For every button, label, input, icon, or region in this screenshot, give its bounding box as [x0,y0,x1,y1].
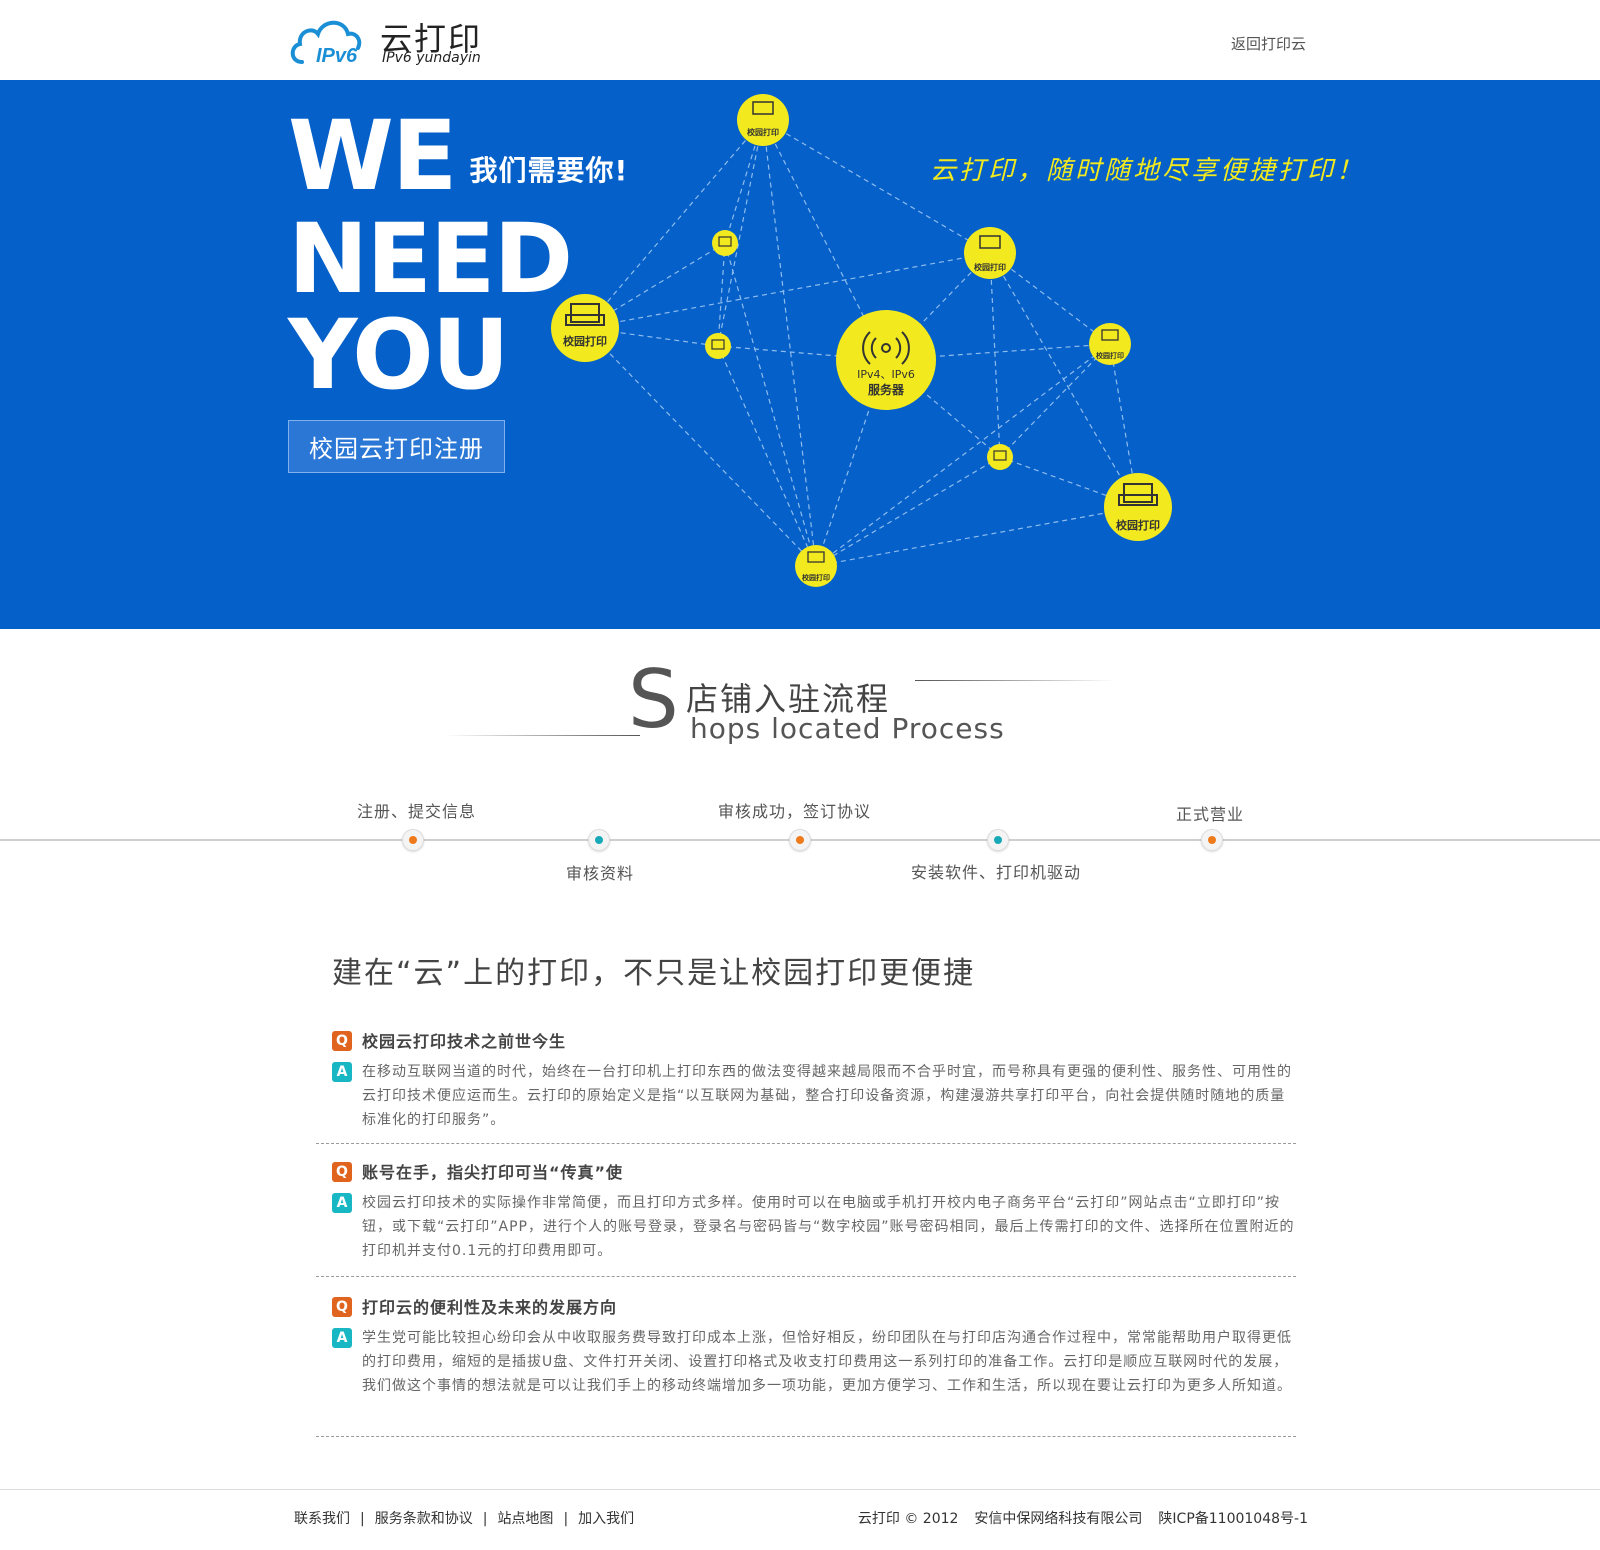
step-label-open: 正式营业 [1176,805,1245,824]
footer-link-sitemap[interactable]: 站点地图 [497,1511,553,1527]
printer-node: 校园打印 [795,545,837,587]
step-dot-agreement [789,829,811,851]
site-header: IPv6 云打印 IPv6 yundayin 返回打印云 [0,0,1600,80]
question-icon: Q [332,1297,352,1317]
footer-divider [0,1489,1600,1490]
headline-you: YOU [288,298,510,411]
title-big-letter: S [628,653,679,746]
question-text: 打印云的便利性及未来的发展方向 [362,1298,618,1317]
step-label-agreement: 审核成功，签订协议 [718,802,872,821]
title-divider-left [445,735,640,736]
server-label-2: 服务器 [868,382,905,397]
qa-item: Q 校园云打印技术之前世今生 A 在移动互联网当道的时代，始终在一台打印机上打印… [316,1028,1296,1132]
printer-node: 校园打印 [1104,473,1172,541]
footer-copyright: 云打印 © 2012 [857,1511,959,1527]
banner-slogan: 云打印，随时随地尽享便捷打印！ [930,156,1366,186]
dashed-divider [316,1276,1296,1277]
qa-item: Q 打印云的便利性及未来的发展方向 A 学生党可能比较担心纷印会从中收取服务费导… [316,1294,1296,1398]
printer-node [712,230,738,256]
answer-icon: A [332,1193,352,1213]
server-node: IPv4、IPv6 服务器 [836,310,936,410]
node-label: 校园打印 [747,127,779,137]
step-dot-review [588,829,610,851]
we-need-you-headline: WE 我们需要你! NEED YOU [288,108,628,403]
footer-separator: | [360,1511,365,1527]
footer-links: 联系我们 | 服务条款和协议 | 站点地图 | 加入我们 [294,1508,634,1528]
back-to-cloud-link[interactable]: 返回打印云 [1231,33,1306,54]
printer-node [987,444,1013,470]
dashed-divider [316,1143,1296,1144]
answer-icon: A [332,1062,352,1082]
title-divider-right [915,680,1115,681]
node-label: 校园打印 [1116,518,1160,532]
headline-we: WE 我们需要你! [288,100,629,212]
step-dot-register [402,829,424,851]
answer-text: 在移动互联网当道的时代，始终在一台打印机上打印东西的做法变得越来越局限而不合乎时… [362,1064,1292,1128]
step-dot-open [1201,829,1223,851]
footer-info: 云打印 © 2012 安信中保网络科技有限公司 陕ICP备11001048号-1 [842,1508,1308,1528]
process-section-title: S 店铺入驻流程 hops located Process [0,660,1600,760]
process-title-en: hops located Process [690,712,1005,745]
footer-company: 安信中保网络科技有限公司 [974,1511,1143,1527]
answer-icon: A [332,1328,352,1348]
dashed-divider [316,1436,1296,1437]
answer-text: 校园云打印技术的实际操作非常简便，而且打印方式多样。使用时可以在电脑或手机打开校… [362,1195,1295,1259]
footer-link-terms[interactable]: 服务条款和协议 [375,1511,473,1527]
question-icon: Q [332,1162,352,1182]
node-label: 校园打印 [974,262,1006,272]
headline-need: NEED [288,202,573,315]
printer-node: 校园打印 [964,227,1016,279]
question-text: 账号在手，指尖打印可当“传真”使 [362,1163,624,1182]
footer-link-contact[interactable]: 联系我们 [294,1511,350,1527]
step-label-register: 注册、提交信息 [357,802,477,821]
cloud-logo-icon: IPv6 [290,20,362,67]
logo-badge: IPv6 [316,45,358,67]
step-label-install: 安装软件、打印机驱动 [911,863,1082,882]
answer-text: 学生党可能比较担心纷印会从中收取服务费导致打印成本上涨，但恰好相反，纷印团队在与… [362,1330,1292,1394]
footer-separator: | [482,1511,488,1527]
printer-node: 校园打印 [1089,323,1131,365]
footer-link-join[interactable]: 加入我们 [578,1511,634,1527]
footer-separator: | [563,1511,569,1527]
article-title: 建在“云”上的打印，不只是让校园打印更便捷 [332,956,976,991]
node-label: 校园打印 [802,573,830,582]
headline-tag: 我们需要你! [469,153,629,187]
logo[interactable]: IPv6 云打印 IPv6 yundayin [288,14,508,70]
question-icon: Q [332,1031,352,1051]
server-label-1: IPv4、IPv6 [857,368,915,381]
printer-node [705,333,731,359]
hero-banner: 校园打印 校园打印 校园打印 IPv4、IPv6 服务器 校园打印 校园打印 校… [0,80,1600,629]
node-label: 校园打印 [1096,351,1124,360]
step-dot-install [987,829,1009,851]
printer-node: 校园打印 [737,94,789,146]
logo-subtitle: IPv6 yundayin [382,50,481,66]
step-label-review: 审核资料 [566,864,635,883]
question-text: 校园云打印技术之前世今生 [362,1032,567,1051]
footer-icp: 陕ICP备11001048号-1 [1158,1511,1308,1527]
qa-item: Q 账号在手，指尖打印可当“传真”使 A 校园云打印技术的实际操作非常简便，而且… [316,1159,1296,1263]
campus-register-button[interactable]: 校园云打印注册 [288,420,505,473]
